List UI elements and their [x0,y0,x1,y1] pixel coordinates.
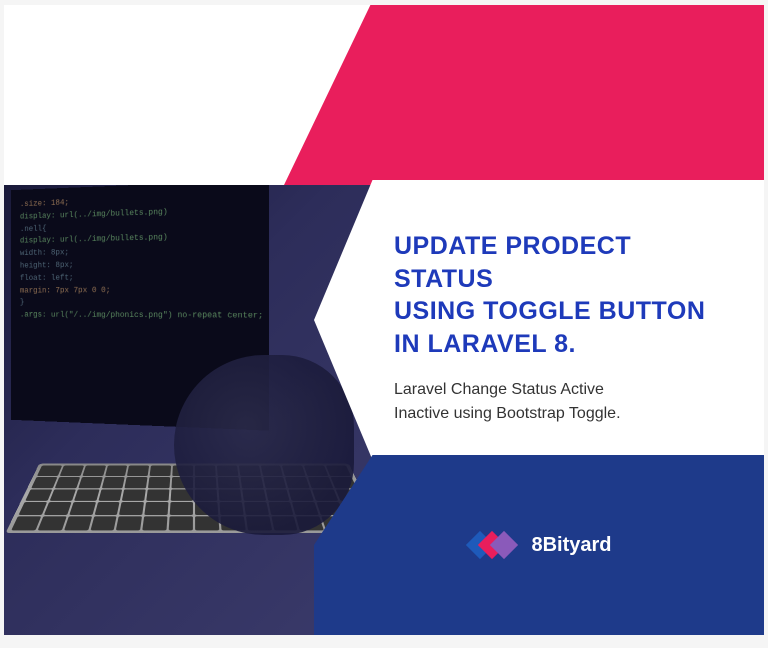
subtitle-line-1: Laravel Change Status Active [394,381,604,398]
brand-logo-icon [466,525,516,565]
banner-container: .size: 184; display: url(../img/bullets.… [4,5,764,635]
main-title: UPDATE PRODECT STATUS USING TOGGLE BUTTO… [394,230,724,360]
subtitle: Laravel Change Status Active Inactive us… [394,378,724,426]
brand-name: 8Bityard [531,534,611,557]
code-line: margin: 7px 7px 0 0; [20,284,258,298]
title-line-3: IN LARAVEL 8. [394,330,576,358]
pink-shape-top [284,5,764,185]
title-line-1: UPDATE PRODECT STATUS [394,232,631,293]
code-line: } [20,297,258,310]
footer-panel: 8Bityard [314,455,764,635]
hand-on-keyboard [174,355,354,535]
subtitle-line-2: Inactive using Bootstrap Toggle. [394,405,621,422]
title-line-2: USING TOGGLE BUTTON [394,297,705,325]
content-panel: UPDATE PRODECT STATUS USING TOGGLE BUTTO… [314,180,764,460]
code-line: .args: url("/../img/phonics.png") no-rep… [20,310,258,324]
